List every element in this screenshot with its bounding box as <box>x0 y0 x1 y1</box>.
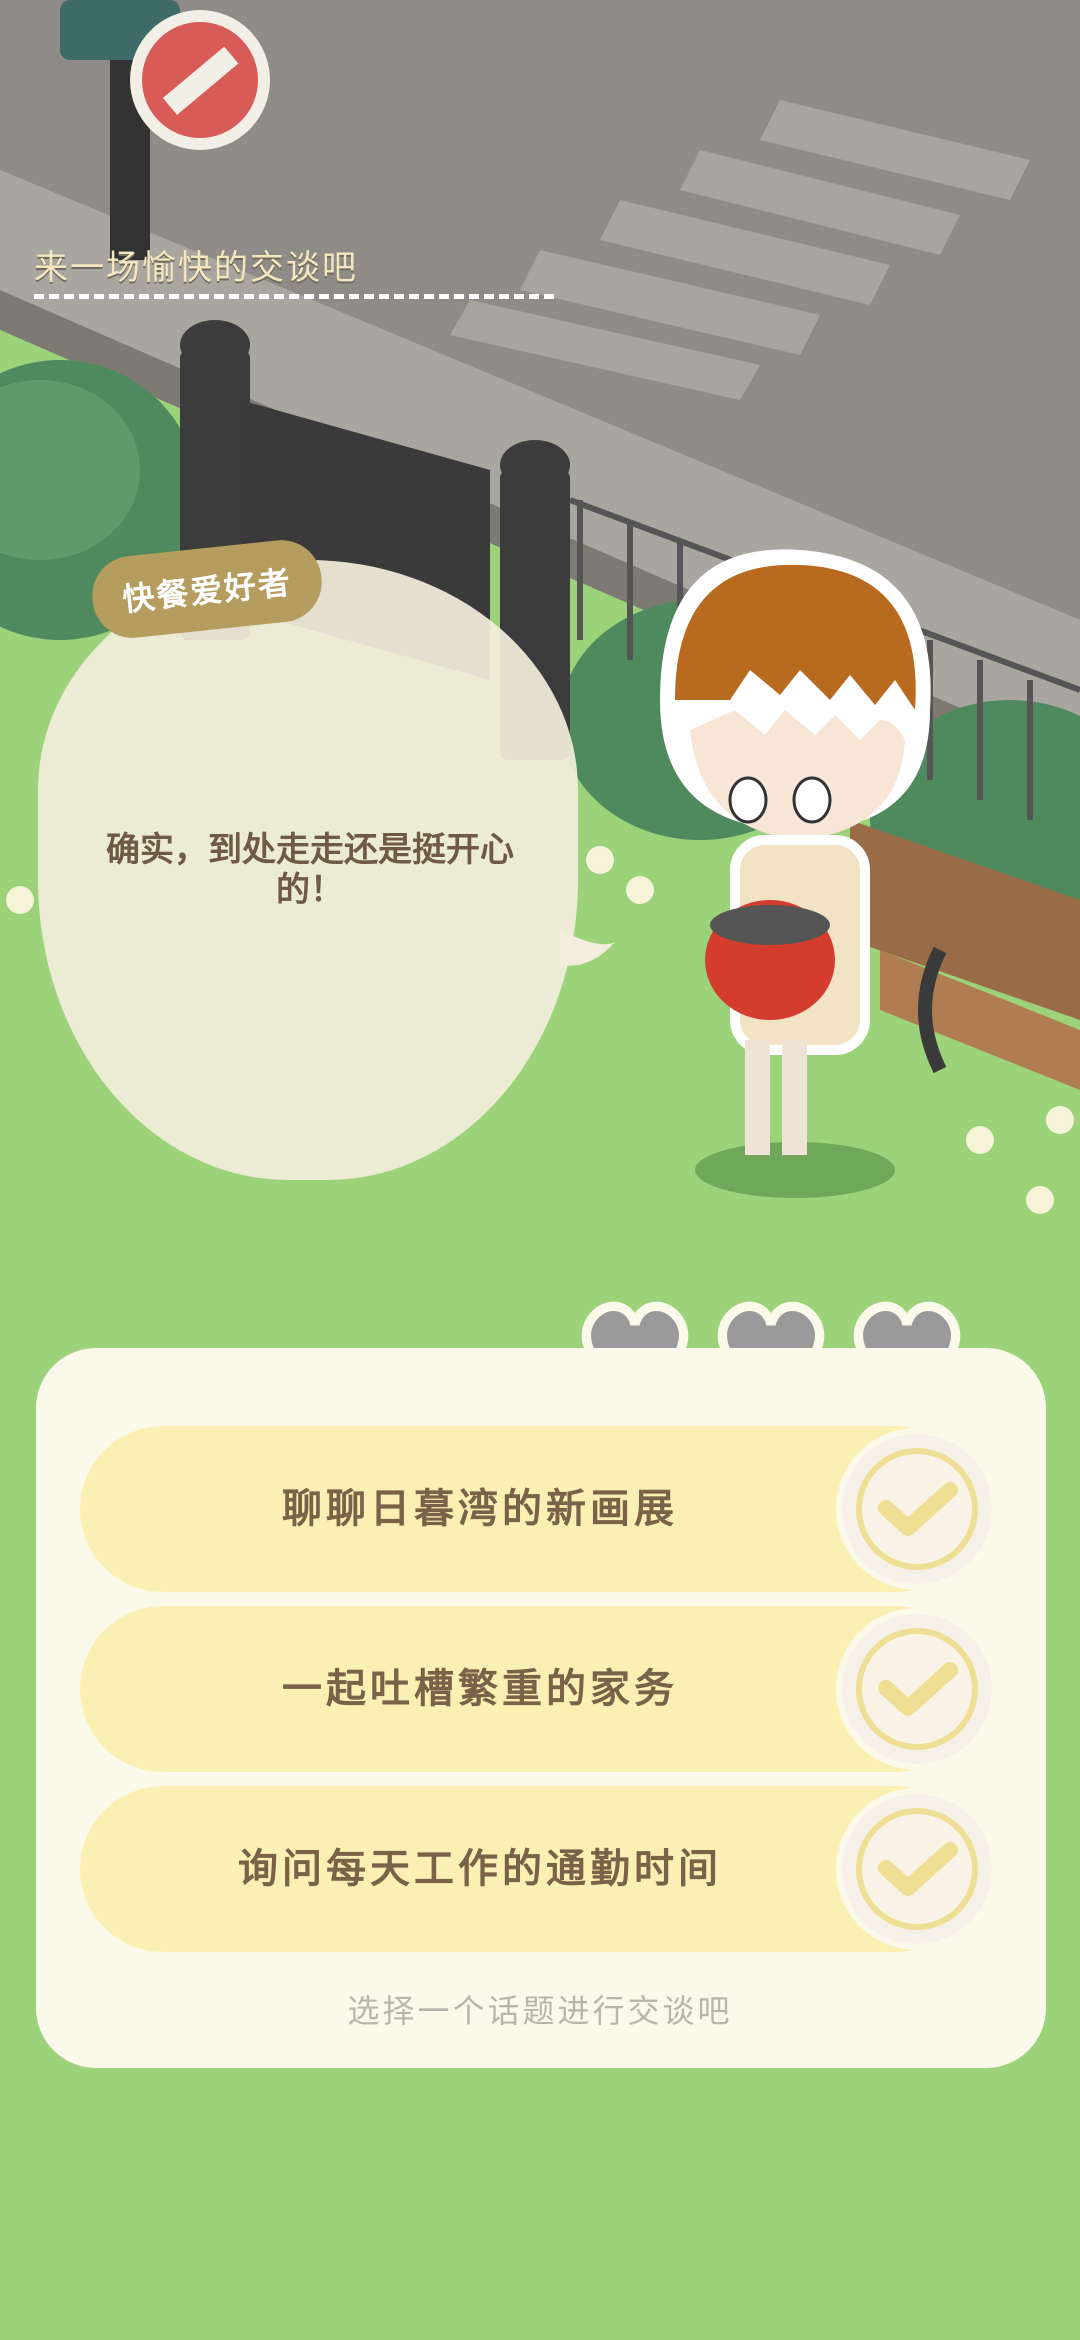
topic-option-label: 一起吐槽繁重的家务 <box>282 1666 678 1712</box>
topic-option-1[interactable]: 聊聊日暮湾的新画展 <box>80 1426 992 1592</box>
topic-option-2[interactable]: 一起吐槽繁重的家务 <box>80 1606 992 1772</box>
title-divider <box>34 294 554 299</box>
topic-option-3[interactable]: 询问每天工作的通勤时间 <box>80 1786 992 1952</box>
check-button[interactable] <box>842 1434 992 1584</box>
checkmark-icon <box>878 1842 958 1896</box>
dialogue-text: 确实，到处走走还是挺开心的！ <box>106 830 514 910</box>
conversation-title: 来一场愉快的交谈吧 <box>34 248 358 288</box>
check-button[interactable] <box>842 1794 992 1944</box>
topic-option-label: 聊聊日暮湾的新画展 <box>282 1486 678 1532</box>
checkmark-icon <box>878 1482 958 1536</box>
topic-option-label: 询问每天工作的通勤时间 <box>238 1846 722 1892</box>
speech-bubble-tail <box>560 930 615 966</box>
check-button[interactable] <box>842 1614 992 1764</box>
checkmark-icon <box>878 1662 958 1716</box>
selection-hint: 选择一个话题进行交谈吧 <box>347 1992 733 2030</box>
